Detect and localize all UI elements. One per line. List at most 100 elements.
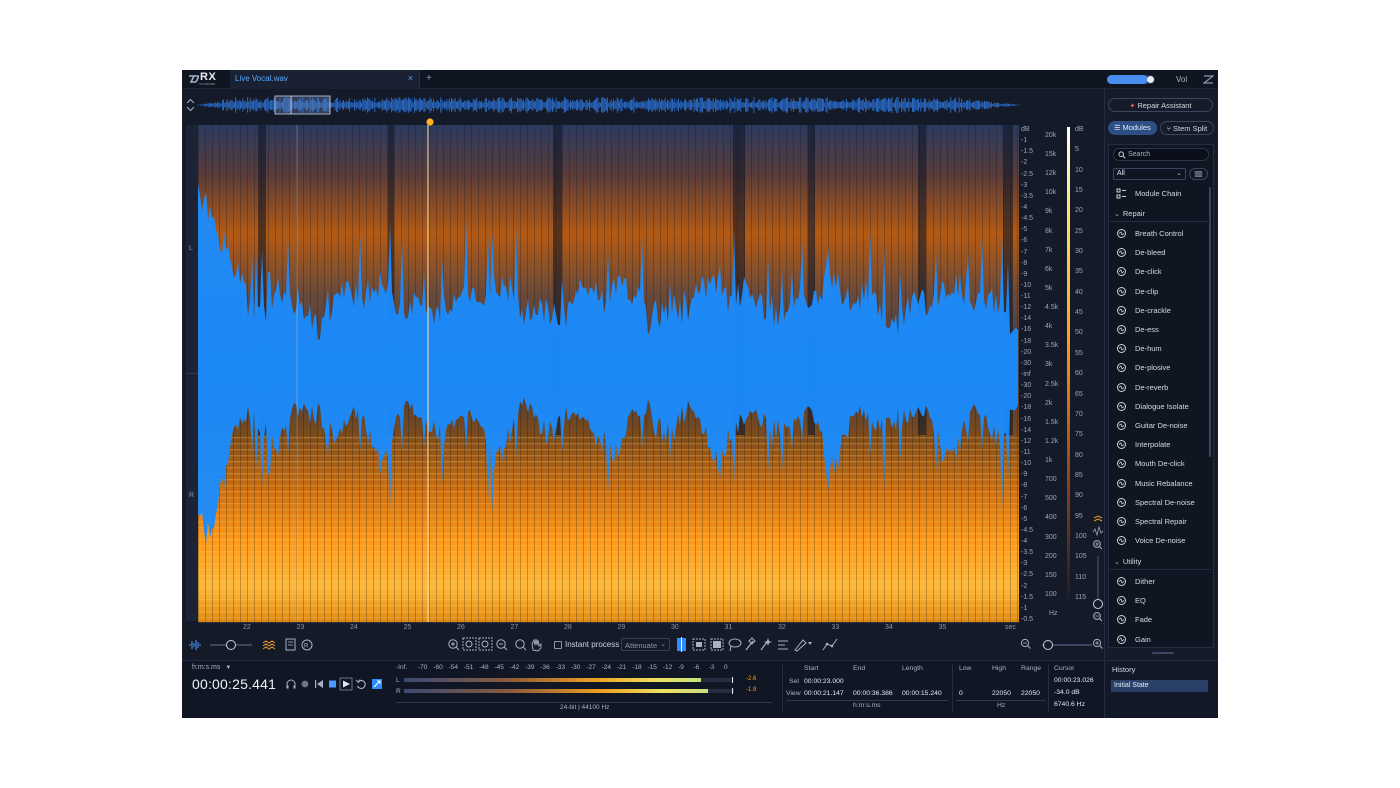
module-item-guitar-de-noise[interactable]: Guitar De-noise — [1114, 418, 1206, 434]
module-item-gain[interactable]: Gain — [1114, 632, 1206, 648]
module-item-de-plosive[interactable]: De-plosive — [1114, 360, 1206, 376]
izotope-menu-icon[interactable] — [1203, 73, 1214, 86]
module-item-de-click[interactable]: De-click — [1114, 264, 1206, 280]
file-tab-label: Live Vocal.wav — [235, 74, 288, 83]
db-axis-label: -9 — [1021, 471, 1028, 479]
module-filter-dropdown[interactable]: All ⌄ — [1113, 168, 1186, 180]
time-selection-icon — [677, 637, 686, 652]
volume-knob[interactable] — [1147, 76, 1154, 83]
close-tab-icon[interactable]: × — [408, 73, 413, 83]
module-item-mouth-de-click[interactable]: Mouth De-click — [1114, 456, 1206, 472]
repair-assistant-button[interactable]: ✦ Repair Assistant — [1108, 98, 1213, 112]
module-item-de-ess[interactable]: De-ess — [1114, 322, 1206, 338]
collapse-overview-icon[interactable] — [186, 98, 195, 112]
svg-text:R: R — [304, 644, 309, 650]
module-item-interpolate[interactable]: Interpolate — [1114, 437, 1206, 453]
frequency-axis-label: 4.5k — [1045, 304, 1059, 312]
db-axis-label: -11 — [1021, 293, 1031, 301]
view-start-value[interactable]: 00:00:21.147 — [804, 690, 844, 697]
module-item-breath-control[interactable]: Breath Control — [1114, 226, 1206, 242]
playhead-marker-icon[interactable] — [425, 118, 435, 127]
channel-ruler: L R — [186, 125, 198, 621]
frequency-axis-label: 2k — [1045, 399, 1053, 407]
module-item-spectral-repair[interactable]: Spectral Repair — [1114, 514, 1206, 530]
transport-controls[interactable] — [285, 677, 385, 691]
volume-slider[interactable] — [1107, 75, 1155, 84]
declick-icon — [1117, 267, 1126, 277]
attenuate-dropdown[interactable]: Attenuate ⌄ — [621, 638, 670, 651]
history-item[interactable]: Initial State — [1111, 680, 1208, 692]
module-item-de-bleed[interactable]: De-bleed — [1114, 245, 1206, 261]
db-axis-label: -30 — [1021, 382, 1032, 390]
frequency-axis-label: 1.5k — [1045, 418, 1059, 426]
meter-right-peak: -1.9 — [746, 687, 757, 693]
module-item-voice-de-noise[interactable]: Voice De-noise — [1114, 533, 1206, 549]
section-repair[interactable]: ⌄ Repair — [1114, 209, 1145, 218]
view-end-value[interactable]: 00:00:36.386 — [853, 690, 893, 697]
izotope-mark-icon — [189, 75, 199, 83]
frequency-axis-label: 6k — [1045, 265, 1053, 273]
new-tab-button[interactable]: + — [426, 73, 432, 84]
meter-scale-label: -30 — [571, 664, 581, 671]
db-axis-label: -4.5 — [1021, 215, 1034, 223]
module-search-input[interactable]: Search — [1113, 148, 1209, 161]
module-item-dialogue-isolate[interactable]: Dialogue Isolate — [1114, 399, 1206, 415]
module-item-label: Music Rebalance — [1135, 478, 1193, 488]
meter-scale-label: -3 — [708, 664, 715, 671]
module-item-de-hum[interactable]: De-hum — [1114, 341, 1206, 357]
module-item-dither[interactable]: Dither — [1114, 574, 1206, 590]
db-axis-label: -30 — [1021, 359, 1032, 367]
range-value[interactable]: 22050 — [1021, 690, 1040, 697]
time-ruler-label: 35 — [938, 624, 947, 631]
zoom-tools[interactable] — [446, 636, 546, 654]
brush-icon — [794, 639, 812, 652]
module-item-module-chain[interactable]: Module Chain — [1114, 186, 1206, 202]
tab-stem-split[interactable]: ⑂ Stem Split — [1160, 121, 1214, 135]
meter-scale-label: -27 — [586, 664, 596, 671]
time-ruler[interactable]: 22 23 24 25 26 27 28 29 30 31 32 33 34 35 sec — [198, 622, 1019, 632]
module-item-music-rebalance[interactable]: Music Rebalance — [1114, 476, 1206, 492]
view-length-value[interactable]: 00:00:15.240 — [902, 690, 942, 697]
vertical-zoom-knob[interactable] — [1093, 599, 1103, 609]
module-list-scrollbar[interactable] — [1209, 187, 1211, 457]
module-item-label: Spectral Repair — [1135, 517, 1187, 526]
module-view-toggle-icon[interactable] — [1189, 168, 1208, 180]
db-axis-label: -4 — [1021, 203, 1028, 211]
module-item-eq[interactable]: EQ — [1114, 593, 1206, 609]
module-item-de-clip[interactable]: De-clip — [1114, 284, 1206, 300]
low-value[interactable]: 0 — [959, 690, 963, 697]
high-value[interactable]: 22050 — [992, 690, 1011, 697]
zoom-in-horizontal-icon[interactable] — [1092, 638, 1104, 650]
module-item-fade[interactable]: Fade — [1114, 612, 1206, 628]
length-label: Length — [902, 665, 923, 672]
panel-resize-handle[interactable] — [1152, 652, 1174, 654]
blend-slider-knob[interactable] — [226, 640, 236, 650]
frequency-axis-label: 100 — [1045, 590, 1057, 598]
panel-tabs: ☰ Modules ⑂ Stem Split — [1108, 121, 1214, 135]
color-scale-label: 40 — [1075, 288, 1083, 296]
time-format-dropdown[interactable]: h:m:s.ms ▼ — [192, 664, 231, 671]
selection-tools[interactable] — [675, 636, 845, 654]
spectrogram-display[interactable] — [198, 125, 1019, 622]
instant-process-checkbox[interactable] — [554, 641, 562, 649]
freq-units: Hz — [997, 702, 1006, 709]
horizontal-zoom-knob[interactable] — [1043, 640, 1053, 650]
deess-icon — [1117, 325, 1126, 334]
waveform-overview[interactable] — [196, 94, 1022, 116]
meter-scale-label: 0 — [724, 664, 728, 671]
file-tab[interactable]: Live Vocal.wav × — [230, 70, 420, 89]
vertical-zoom-track[interactable] — [1097, 556, 1099, 604]
zoom-fit-icon — [478, 637, 493, 651]
dehum-icon — [1117, 344, 1126, 354]
tab-modules[interactable]: ☰ Modules — [1108, 121, 1157, 135]
color-scale-bar — [1067, 127, 1070, 607]
module-item-de-crackle[interactable]: De-crackle — [1114, 303, 1206, 319]
section-utility[interactable]: ⌄ Utility — [1114, 557, 1141, 566]
zoom-out-horizontal-icon[interactable] — [1020, 638, 1032, 650]
module-item-spectral-de-noise[interactable]: Spectral De-noise — [1114, 495, 1206, 511]
waveform-view-icon[interactable] — [188, 639, 202, 651]
sel-start-value[interactable]: 00:00:23.000 — [804, 678, 844, 685]
spectrogram-view-icon[interactable] — [262, 639, 276, 651]
module-item-de-reverb[interactable]: De-reverb — [1114, 380, 1206, 396]
view-options-icons[interactable]: R — [284, 638, 314, 652]
